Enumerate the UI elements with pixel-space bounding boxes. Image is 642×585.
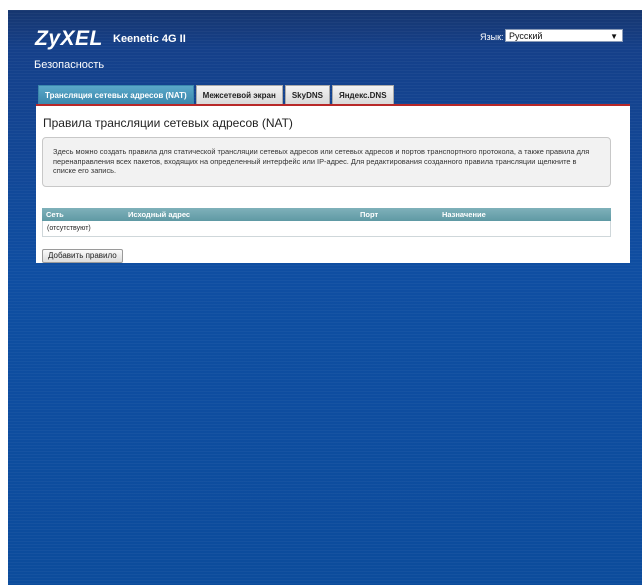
- language-value: Русский: [509, 31, 543, 41]
- app-background: ZyXEL Keenetic 4G II Безопасность Язык: …: [8, 10, 642, 585]
- panel-title: Правила трансляции сетевых адресов (NAT): [43, 116, 293, 130]
- column-network[interactable]: Сеть: [46, 208, 64, 221]
- column-port[interactable]: Порт: [360, 208, 378, 221]
- tab-yandex-dns[interactable]: Яндекс.DNS: [331, 85, 394, 104]
- device-model: Keenetic 4G II: [113, 33, 186, 45]
- table-row: (отсутствуют): [42, 221, 611, 237]
- nat-rules-table: Сеть Исходный адрес Порт Назначение (отс…: [42, 208, 611, 237]
- tab-firewall[interactable]: Межсетевой экран: [195, 85, 283, 104]
- language-select[interactable]: Русский ▼: [505, 29, 623, 42]
- language-label: Язык:: [480, 32, 504, 42]
- page-section-title: Безопасность: [34, 59, 105, 71]
- tab-bar: Трансляция сетевых адресов (NAT) Межсете…: [38, 85, 396, 104]
- chevron-down-icon: ▼: [610, 32, 618, 41]
- column-destination[interactable]: Назначение: [442, 208, 486, 221]
- nat-panel: Правила трансляции сетевых адресов (NAT)…: [36, 104, 630, 263]
- tab-skydns[interactable]: SkyDNS: [284, 85, 330, 104]
- add-rule-button[interactable]: Добавить правило: [42, 249, 123, 263]
- tab-nat[interactable]: Трансляция сетевых адресов (NAT): [38, 85, 194, 104]
- info-box: Здесь можно создать правила для статичес…: [42, 137, 611, 187]
- table-header: Сеть Исходный адрес Порт Назначение: [42, 208, 611, 221]
- zyxel-logo: ZyXEL: [35, 27, 103, 50]
- column-source-address[interactable]: Исходный адрес: [128, 208, 190, 221]
